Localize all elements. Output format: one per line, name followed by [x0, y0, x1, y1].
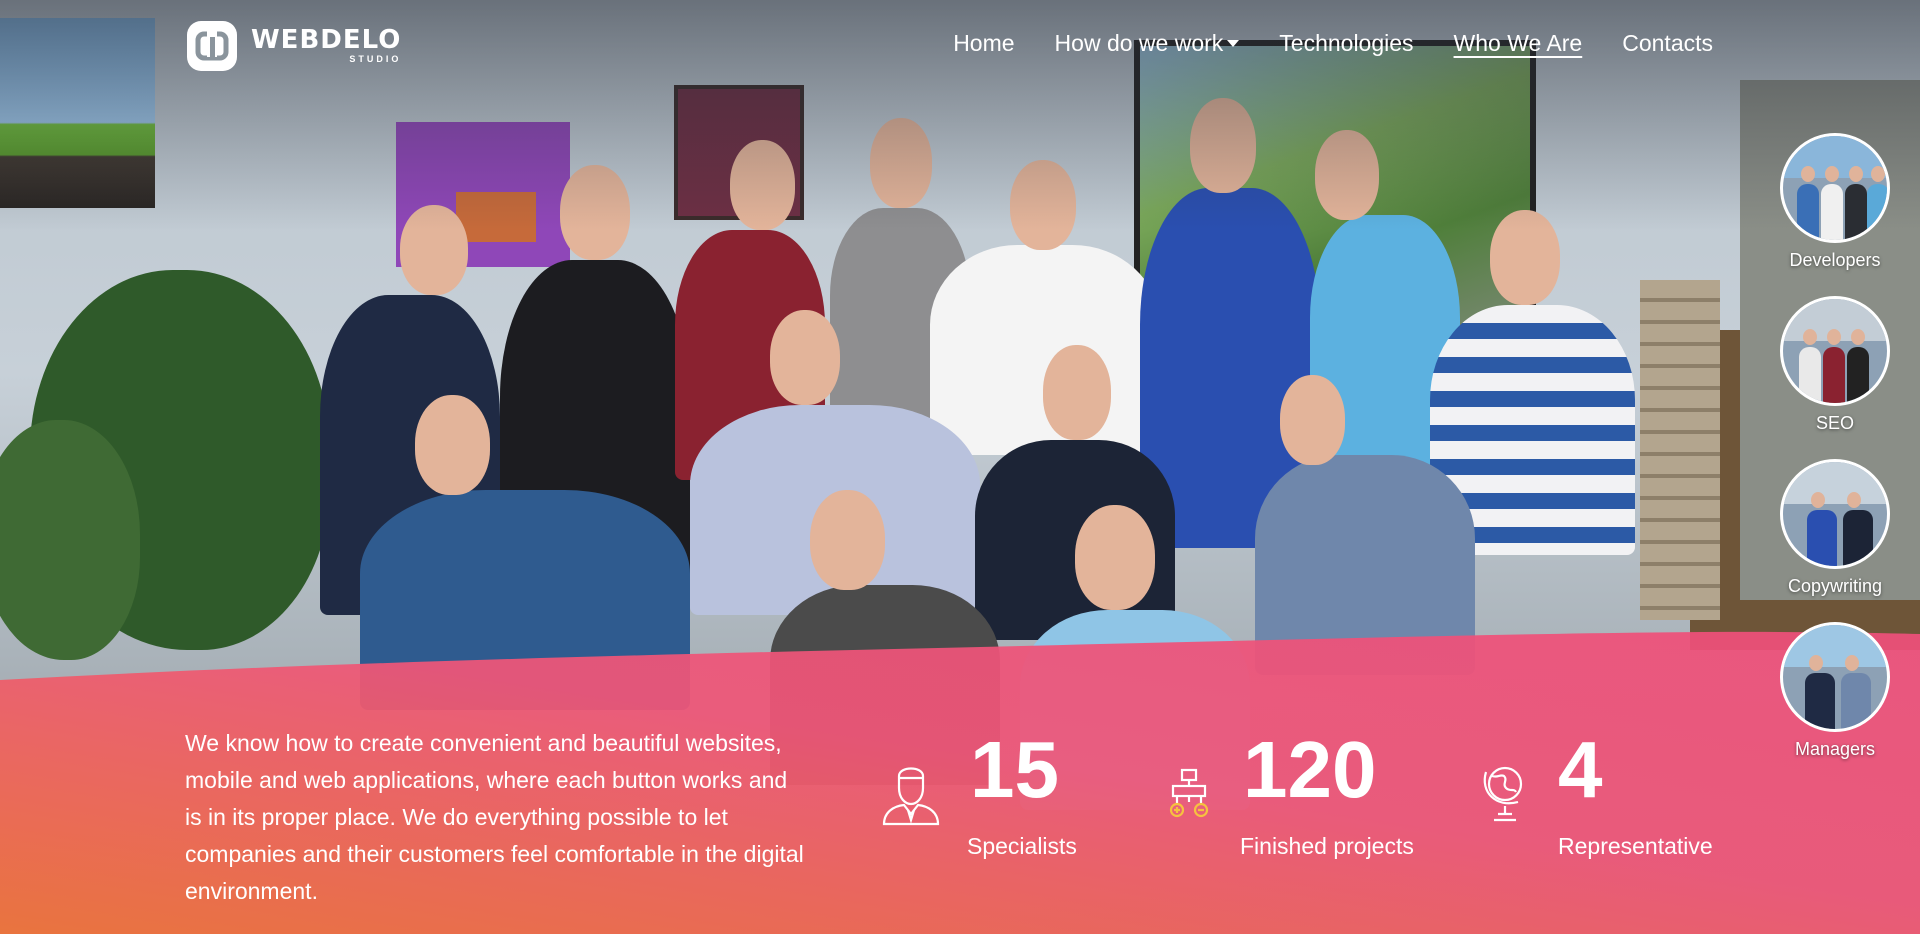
side-item-copywriting[interactable]: Copywriting [1775, 459, 1895, 622]
copywriting-thumbnail [1780, 459, 1890, 569]
brand-name: WEBDELO [251, 24, 402, 55]
chevron-down-icon [1227, 40, 1240, 47]
nav-technologies[interactable]: Technologies [1279, 30, 1413, 57]
intro-text: We know how to create convenient and bea… [185, 730, 804, 904]
globe-icon [1483, 766, 1523, 822]
side-item-developers[interactable]: Developers [1775, 133, 1895, 296]
stone-column [1640, 280, 1720, 620]
nav-how-do-we-work-label: How do we work [1054, 30, 1224, 56]
webdelo-logo-icon [187, 20, 237, 71]
stat-value: 120 [1243, 725, 1377, 814]
side-item-seo[interactable]: SEO [1775, 296, 1895, 459]
stat-label: Finished projects [1240, 833, 1414, 859]
stat-label: Specialists [967, 833, 1077, 859]
stat-label: Representative [1558, 833, 1713, 859]
brand-logo[interactable]: WEBDELO STUDIO [185, 18, 401, 73]
brand-text: WEBDELO STUDIO [251, 27, 401, 65]
side-item-label: Managers [1794, 739, 1876, 759]
nav-contacts[interactable]: Contacts [1622, 30, 1713, 57]
main-navigation: Home How do we work Technologies Who We … [913, 30, 1713, 57]
side-item-label: SEO [1815, 413, 1854, 433]
developers-thumbnail [1780, 133, 1890, 243]
project-structure-icon [1169, 768, 1209, 818]
side-item-label: Developers [1789, 250, 1881, 270]
nav-how-do-we-work[interactable]: How do we work [1055, 30, 1240, 57]
managers-thumbnail [1780, 622, 1890, 732]
team-category-menu: Developers SEO Copywriting Managers [1775, 133, 1895, 785]
stat-value: 4 [1558, 725, 1603, 814]
side-item-label: Copywriting [1787, 576, 1883, 596]
person-tie-icon [882, 767, 940, 826]
nav-home[interactable]: Home [953, 30, 1014, 57]
side-item-managers[interactable]: Managers [1775, 622, 1895, 785]
nav-who-we-are[interactable]: Who We Are [1454, 30, 1583, 57]
seo-thumbnail [1780, 296, 1890, 406]
stat-value: 15 [970, 725, 1059, 814]
